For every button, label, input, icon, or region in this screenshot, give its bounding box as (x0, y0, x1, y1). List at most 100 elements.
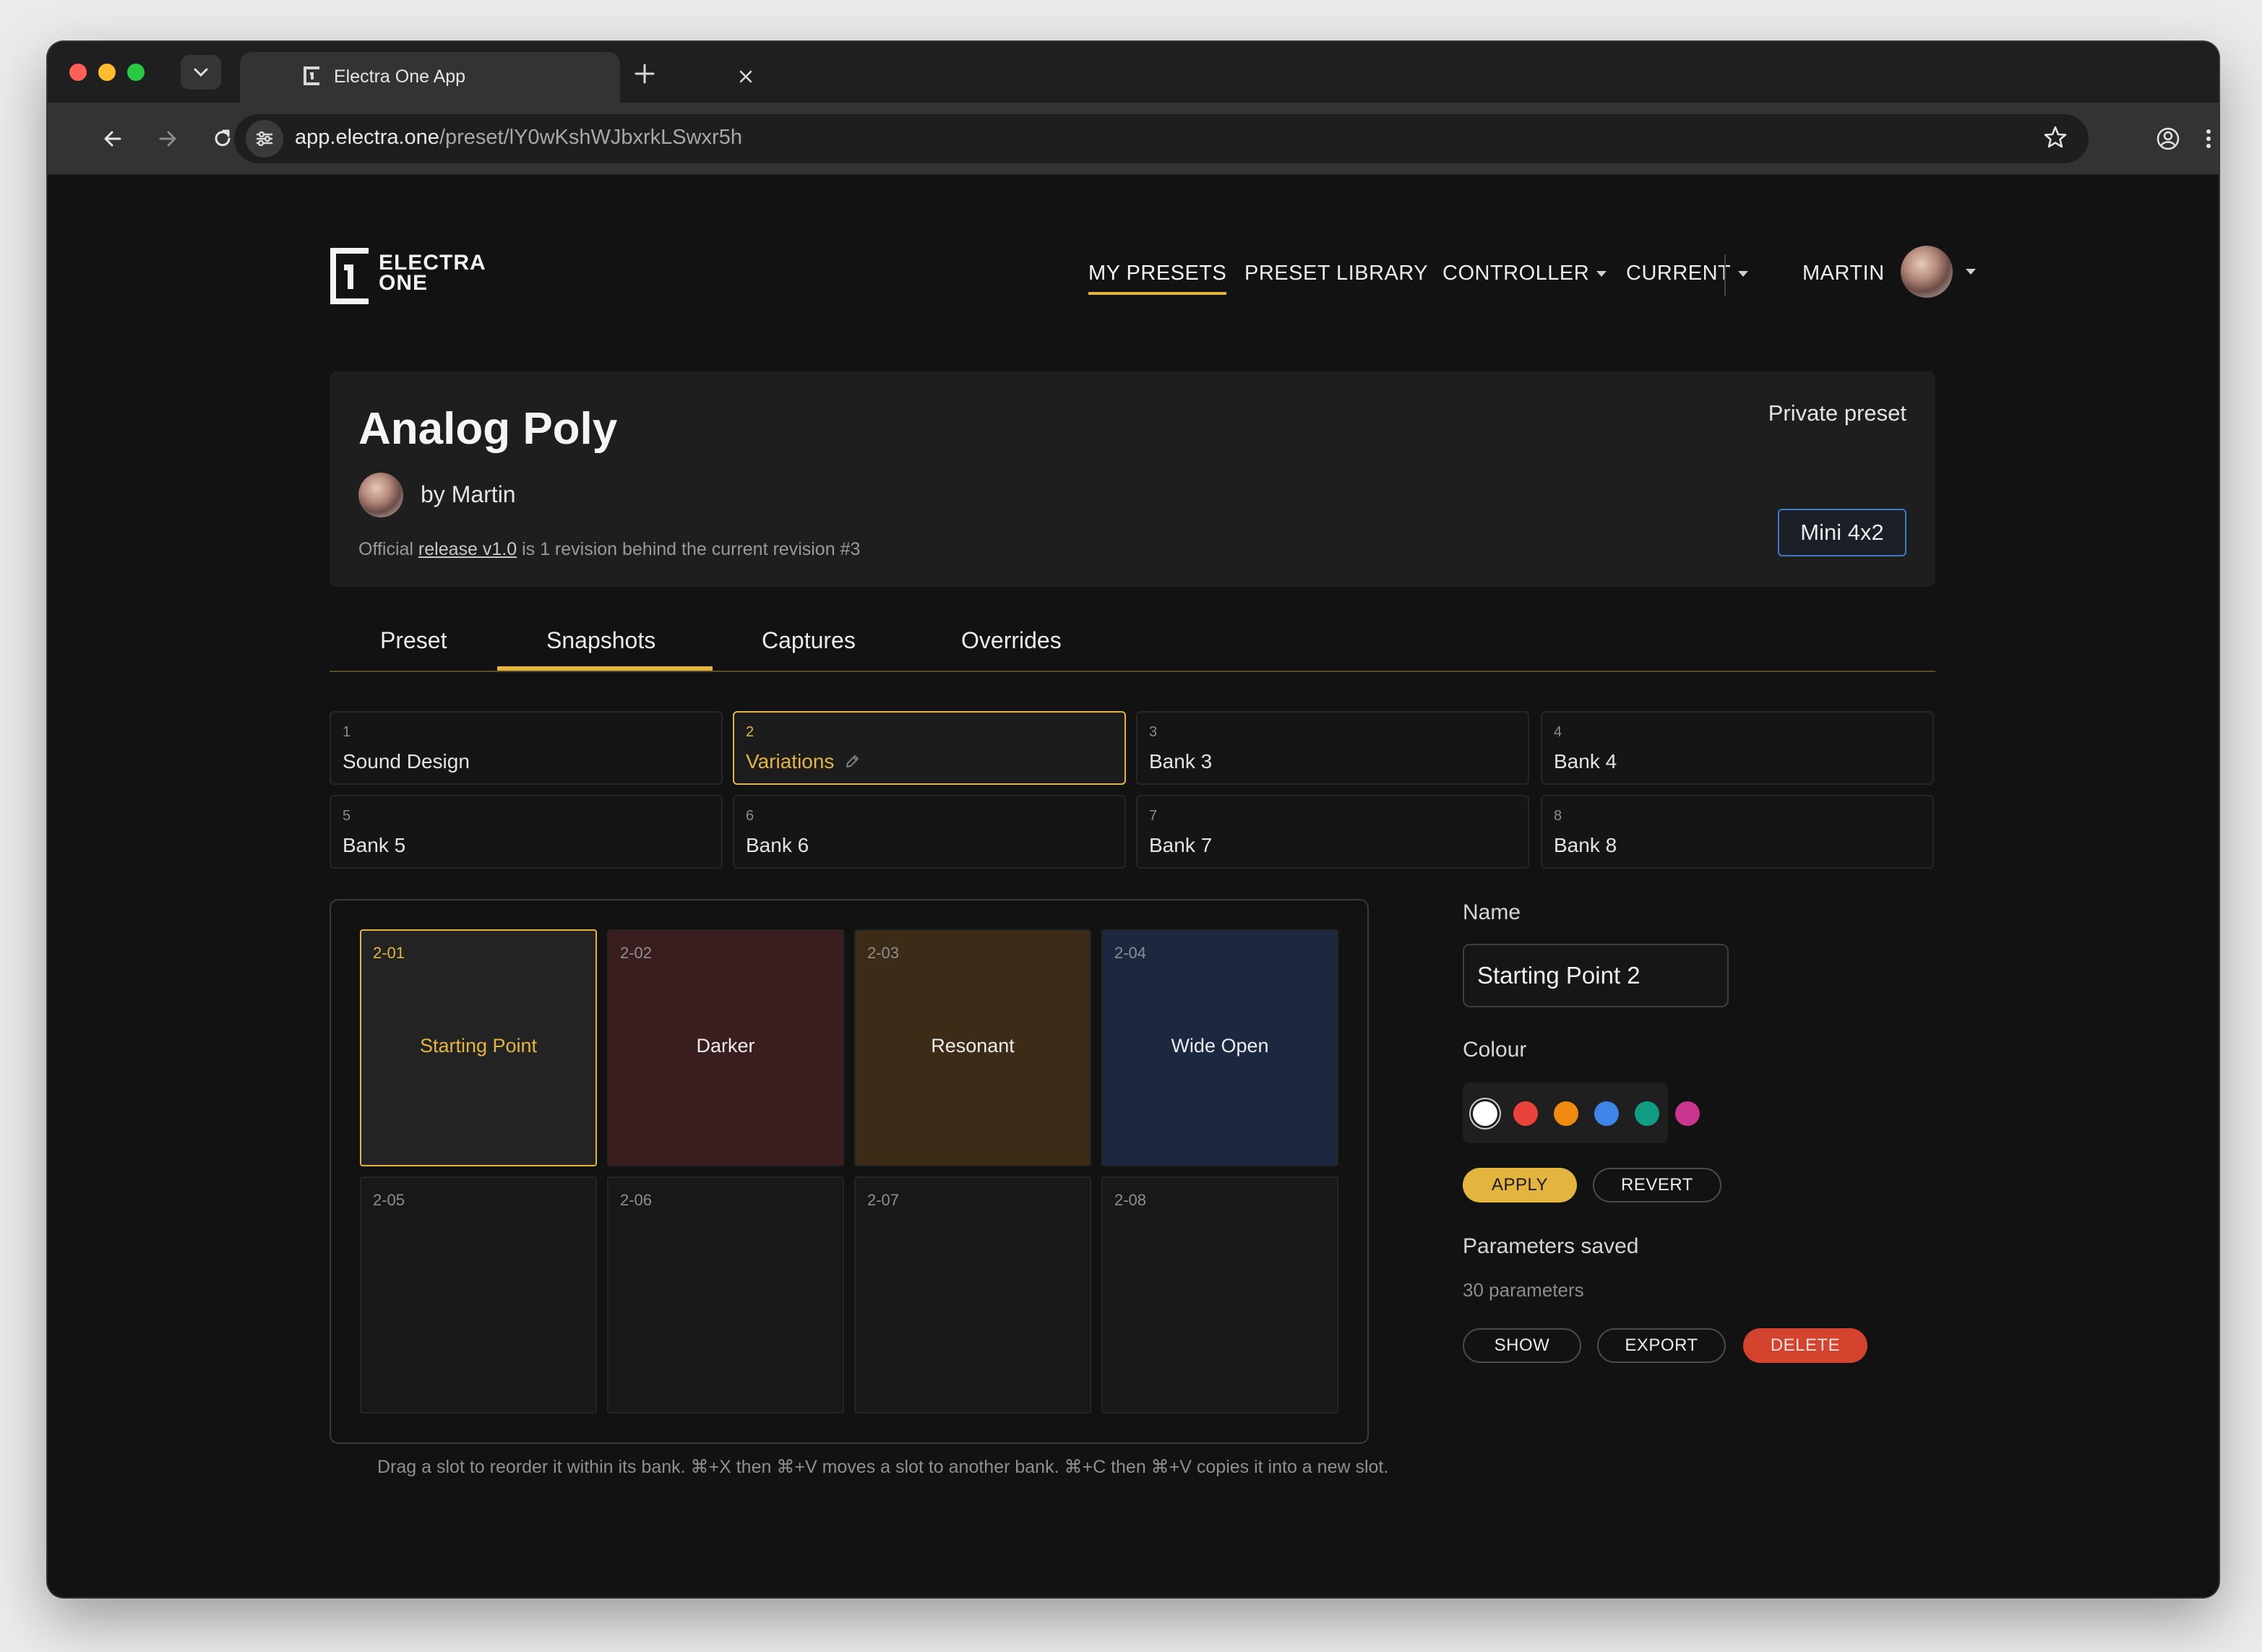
electra-one-logo[interactable]: ELECTRA ONE (328, 246, 502, 306)
slot-id: 2-05 (373, 1191, 405, 1209)
revert-button[interactable]: REVERT (1593, 1168, 1721, 1203)
pencil-icon[interactable] (844, 754, 860, 770)
tab-captures[interactable]: Captures (762, 627, 856, 654)
release-info: Official release v1.0 is 1 revision behi… (358, 539, 860, 560)
close-window-button[interactable] (69, 64, 87, 81)
logo-mark-icon (330, 248, 369, 304)
bank-number: 7 (1149, 808, 1158, 824)
nav-controller-label: CONTROLLER (1442, 262, 1590, 285)
tune-icon (256, 131, 273, 147)
bank-card[interactable]: 1 Sound Design (330, 711, 723, 785)
colour-swatch-blue[interactable] (1594, 1101, 1619, 1126)
nav-preset-library[interactable]: PRESET LIBRARY (1244, 262, 1428, 285)
close-icon (739, 70, 752, 83)
slot-label: Darker (696, 1035, 755, 1057)
nav-my-presets[interactable]: MY PRESETS (1088, 262, 1227, 295)
bookmark-button[interactable] (2042, 124, 2071, 153)
site-settings-button[interactable] (246, 120, 283, 158)
tab-preset[interactable]: Preset (380, 627, 447, 654)
colour-swatch-magenta[interactable] (1675, 1101, 1700, 1126)
parameters-count: 30 parameters (1463, 1279, 1584, 1301)
user-menu-caret-icon[interactable] (1966, 269, 1976, 275)
colour-swatch-white[interactable] (1473, 1101, 1497, 1126)
browser-tab[interactable]: Electra One App (240, 52, 752, 103)
bank-number: 3 (1149, 724, 1158, 740)
colour-label: Colour (1463, 1038, 1527, 1062)
apply-button[interactable]: APPLY (1463, 1168, 1577, 1203)
user-name[interactable]: MARTIN (1802, 262, 1885, 285)
bank-card[interactable]: 5 Bank 5 (330, 795, 723, 869)
snapshot-slot[interactable]: 2-03 Resonant (854, 929, 1091, 1166)
bank-number: 8 (1554, 808, 1562, 824)
chevron-down-icon (194, 68, 208, 77)
show-button[interactable]: SHOW (1463, 1328, 1581, 1363)
device-badge[interactable]: Mini 4x2 (1778, 509, 1906, 556)
bank-name: Bank 6 (746, 834, 809, 856)
forward-button[interactable] (147, 119, 188, 159)
account-circle-icon (2156, 127, 2180, 150)
bank-card[interactable]: 8 Bank 8 (1541, 795, 1934, 869)
colour-swatch-orange[interactable] (1554, 1101, 1578, 1126)
colour-swatch-red[interactable] (1513, 1101, 1538, 1126)
bank-card[interactable]: 6 Bank 6 (733, 795, 1126, 869)
logo-line-2: ONE (379, 271, 429, 295)
visibility-label: Private preset (1768, 400, 1906, 426)
tab-title: Electra One App (334, 66, 466, 87)
author-name: by Martin (421, 481, 516, 507)
bank-name: Variations (746, 750, 860, 773)
snapshot-slot-empty[interactable]: 2-05 (360, 1176, 597, 1414)
export-button[interactable]: EXPORT (1597, 1328, 1726, 1363)
profile-button[interactable] (2148, 119, 2188, 159)
preset-tabs: Preset Snapshots Captures Overrides (330, 620, 1935, 672)
snapshot-slot-empty[interactable]: 2-07 (854, 1176, 1091, 1414)
reorder-hint: Drag a slot to reorder it within its ban… (377, 1457, 1389, 1477)
tab-snapshots[interactable]: Snapshots (546, 627, 655, 654)
caret-down-icon (1596, 271, 1607, 278)
maximize-window-button[interactable] (127, 64, 145, 81)
nav-current-menu[interactable]: CURRENT (1626, 262, 1749, 285)
tab-search-button[interactable] (181, 55, 221, 90)
tab-strip: Electra One App (48, 42, 2219, 103)
delete-button[interactable]: DELETE (1743, 1328, 1867, 1363)
snapshot-name-input[interactable] (1463, 944, 1729, 1007)
logo-line-1: ELECTRA (379, 251, 486, 275)
bank-name: Bank 5 (343, 834, 406, 856)
browser-menu-button[interactable] (2188, 119, 2219, 159)
page-content: ELECTRA ONE MY PRESETS PRESET LIBRARY CO… (48, 176, 2219, 1597)
close-tab-button[interactable] (731, 62, 760, 91)
browser-window: Electra One App app.electra.one/preset/l… (48, 42, 2219, 1597)
bank-name: Sound Design (343, 750, 470, 773)
snapshot-slot-empty[interactable]: 2-06 (607, 1176, 844, 1414)
slot-label: Wide Open (1171, 1035, 1269, 1057)
user-avatar[interactable] (1901, 246, 1953, 298)
minimize-window-button[interactable] (98, 64, 116, 81)
url-path: /preset/lY0wKshWJbxrkLSwxr5h (439, 126, 742, 149)
caret-down-icon (1738, 271, 1749, 278)
snapshot-slot-empty[interactable]: 2-08 (1101, 1176, 1338, 1414)
address-bar[interactable]: app.electra.one/preset/lY0wKshWJbxrkLSwx… (234, 114, 2089, 163)
bank-name: Bank 7 (1149, 834, 1213, 856)
release-link[interactable]: release v1.0 (418, 539, 517, 559)
bank-number: 5 (343, 808, 351, 824)
snapshot-slot[interactable]: 2-04 Wide Open (1101, 929, 1338, 1166)
url-text: app.electra.one/preset/lY0wKshWJbxrkLSwx… (295, 126, 742, 150)
new-tab-button[interactable] (630, 59, 666, 95)
back-button[interactable] (93, 119, 133, 159)
colour-swatch-teal[interactable] (1635, 1101, 1659, 1126)
snapshot-slot[interactable]: 2-02 Darker (607, 929, 844, 1166)
tab-overrides[interactable]: Overrides (961, 627, 1062, 654)
slot-id: 2-06 (620, 1191, 653, 1209)
slot-label: Resonant (931, 1035, 1015, 1057)
bank-number: 6 (746, 808, 754, 824)
slot-id: 2-01 (373, 944, 405, 962)
bank-card[interactable]: 3 Bank 3 (1136, 711, 1529, 785)
slot-id: 2-04 (1114, 944, 1147, 962)
browser-toolbar: app.electra.one/preset/lY0wKshWJbxrkLSwx… (48, 103, 2219, 175)
plus-icon (635, 64, 655, 84)
bank-card-selected[interactable]: 2 Variations (733, 711, 1126, 785)
nav-controller-menu[interactable]: CONTROLLER (1442, 262, 1607, 285)
snapshot-slot-selected[interactable]: 2-01 Starting Point (360, 929, 597, 1166)
bank-card[interactable]: 4 Bank 4 (1541, 711, 1934, 785)
bank-card[interactable]: 7 Bank 7 (1136, 795, 1529, 869)
more-vertical-icon (2206, 129, 2211, 148)
